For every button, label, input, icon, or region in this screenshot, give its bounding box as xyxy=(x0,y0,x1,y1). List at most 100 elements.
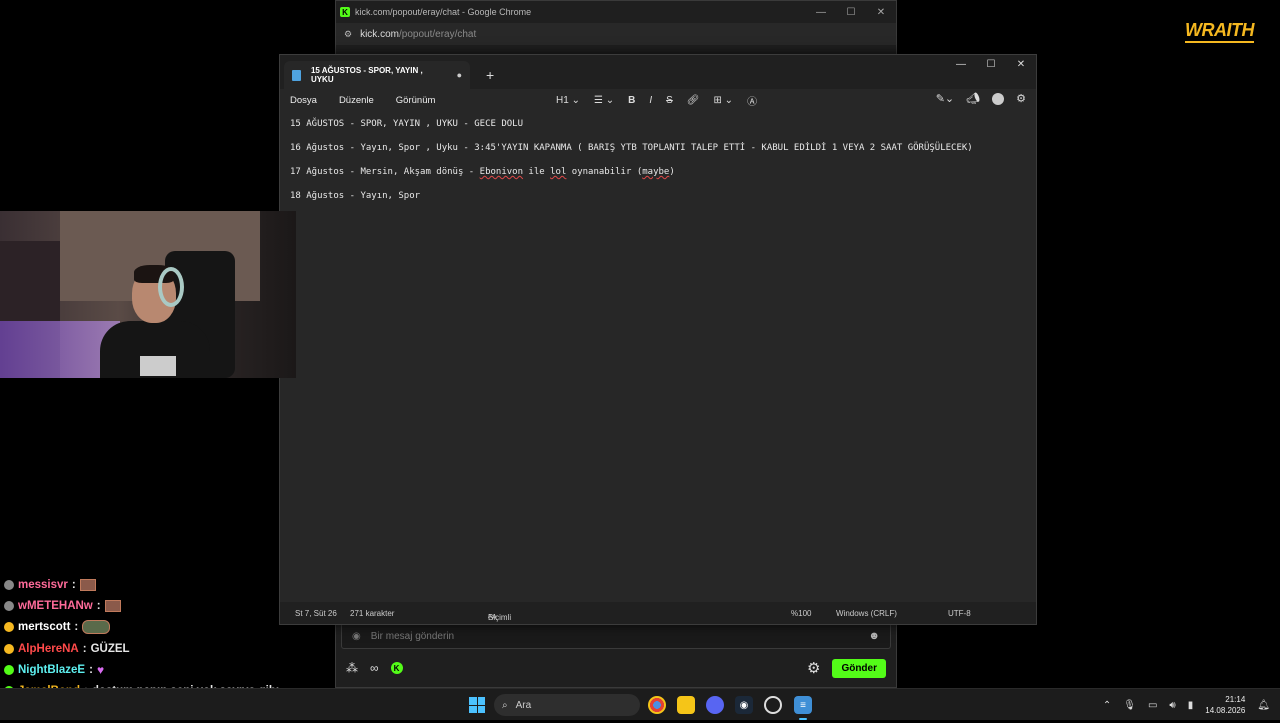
unsaved-dot-icon[interactable]: ● xyxy=(457,70,462,80)
notepad-menubar: Dosya Düzenle Görünüm H1 ⌄ ☰ ⌄ B I S 🔗︎ … xyxy=(280,89,1036,111)
notepad-tab[interactable]: 15 AĞUSTOS - SPOR, YAYIN , UYKU ● xyxy=(284,61,470,89)
avatar[interactable] xyxy=(992,92,1005,105)
new-tab-button[interactable]: + xyxy=(486,61,494,89)
infinity-icon[interactable]: ∞ xyxy=(370,661,379,675)
discord-icon[interactable] xyxy=(706,696,724,714)
user-badge-icon xyxy=(4,664,14,675)
chat-message: AlpHereNA: GÜZEL xyxy=(4,638,294,659)
network-icon[interactable]: ▭ xyxy=(1148,700,1157,711)
list-icon: ☰ xyxy=(593,95,603,106)
chat-username[interactable]: messisvr xyxy=(18,579,68,591)
bold-button[interactable]: B xyxy=(628,95,635,106)
clock-time: 21:14 xyxy=(1225,695,1246,704)
list-dropdown[interactable]: ☰ ⌄ xyxy=(594,95,614,106)
chat-username[interactable]: AlpHereNA xyxy=(18,643,79,655)
table-dropdown[interactable]: ⊞ ⌄ xyxy=(714,95,734,106)
notepad-tabbar: 15 AĞUSTOS - SPOR, YAYIN , UYKU ● + — ☐ … xyxy=(280,55,1036,89)
emoji-icon[interactable]: ☻ xyxy=(868,630,880,642)
send-button[interactable]: Gönder xyxy=(832,658,886,678)
chat-username[interactable]: mertscott xyxy=(18,621,70,633)
kick-badge-icon[interactable]: K xyxy=(390,662,403,674)
notepad-minimize-button[interactable]: — xyxy=(946,55,976,75)
chat-message-input[interactable]: ◉ Bir mesaj gönderin ☻ xyxy=(341,623,891,649)
taskbar: ⌕ Ara ◉ ≡ ⌃ 🎙︎ ▭ 🔊︎ ▮ 21:14 14.08.2026 🔔… xyxy=(0,688,1280,720)
chevron-down-icon: ⌄ xyxy=(571,95,580,106)
microphone-icon[interactable]: 🎙︎ xyxy=(1123,700,1136,711)
line-ending[interactable]: Windows (CRLF) xyxy=(836,609,897,618)
volume-icon[interactable]: 🔊︎ xyxy=(1169,700,1175,711)
heart-emote-icon: ♥ xyxy=(96,662,105,677)
menu-file[interactable]: Dosya xyxy=(290,95,317,106)
spelling-error[interactable]: lol xyxy=(550,167,566,177)
cursor-position: St 7, Süt 26 xyxy=(295,608,337,618)
spelling-error[interactable]: maybe xyxy=(642,167,669,177)
notepad-close-button[interactable]: ✕ xyxy=(1006,55,1036,75)
address-bar[interactable]: ⚙ kick.com/popout/eray/chat xyxy=(336,23,896,45)
editor-line: 15 AĞUSTOS - SPOR, YAYIN , UYKU - GECE D… xyxy=(290,119,523,129)
minimize-button[interactable]: — xyxy=(806,7,836,18)
emote-icon xyxy=(79,578,96,591)
url-host: kick.com xyxy=(360,28,399,40)
app-icon[interactable] xyxy=(764,696,782,714)
notepad-taskbar-icon[interactable]: ≡ xyxy=(794,696,812,720)
notepad-statusbar: St 7, Süt 26 271 karakter ᴬA Biçimli %10… xyxy=(280,602,1036,624)
chat-username[interactable]: NightBlazeE xyxy=(18,664,85,676)
user-badge-icon xyxy=(4,643,14,654)
file-explorer-icon[interactable] xyxy=(677,696,695,714)
char-count: 271 karakter xyxy=(350,608,395,618)
chat-message: wMETEHANw: xyxy=(4,595,294,616)
chrome-titlebar: K kick.com/popout/eray/chat - Google Chr… xyxy=(336,1,896,23)
link-icon[interactable]: 🔗︎ xyxy=(687,95,700,106)
heading-dropdown[interactable]: H1 ⌄ xyxy=(556,95,580,106)
close-button[interactable]: ✕ xyxy=(866,7,896,18)
clock[interactable]: 21:14 14.08.2026 xyxy=(1205,694,1245,716)
battery-icon[interactable]: ▮ xyxy=(1188,700,1194,711)
emote-icon xyxy=(82,620,111,635)
points-icon[interactable]: ⁂ xyxy=(346,661,358,675)
editor-text: oynanabilir ( xyxy=(566,167,643,177)
italic-button[interactable]: I xyxy=(649,95,652,106)
editor-line: 17 Ağustos - Mersin, Akşam dönüş - Eboni… xyxy=(290,167,1026,191)
user-badge-icon xyxy=(4,622,14,633)
chat-message: mertscott: xyxy=(4,617,294,638)
start-button[interactable] xyxy=(469,697,485,713)
chat-separator: : xyxy=(96,599,101,612)
chat-separator: : xyxy=(82,642,87,655)
format-label: Biçimli xyxy=(488,613,512,622)
chat-separator: : xyxy=(74,621,79,634)
notepad-editor[interactable]: 15 AĞUSTOS - SPOR, YAYIN , UYKU - GECE D… xyxy=(280,111,1036,601)
menu-view[interactable]: Görünüm xyxy=(396,95,436,106)
notepad-tab-title: 15 AĞUSTOS - SPOR, YAYIN , UYKU xyxy=(310,66,423,84)
settings-gear-icon[interactable]: ⚙ xyxy=(1016,92,1026,105)
chat-settings-gear-icon[interactable]: ⚙ xyxy=(807,659,820,677)
copilot-icon[interactable]: ✎⌄ xyxy=(936,92,954,105)
strikethrough-button[interactable]: S xyxy=(666,95,673,106)
zoom-level[interactable]: %100 xyxy=(791,609,811,618)
steam-icon[interactable]: ◉ xyxy=(735,696,753,714)
site-settings-icon[interactable]: ⚙ xyxy=(344,29,352,40)
chevron-up-icon[interactable]: ⌃ xyxy=(1103,700,1111,711)
chrome-taskbar-icon[interactable] xyxy=(648,696,666,714)
chat-message: NightBlazeE: ♥ xyxy=(4,659,294,680)
chevron-down-icon: ⌄ xyxy=(724,95,734,106)
chat-separator: : xyxy=(71,578,76,591)
chat-text: GÜZEL xyxy=(90,642,130,655)
editor-line: 18 Ağustos - Yayın, Spor xyxy=(290,191,421,201)
taskbar-search[interactable]: ⌕ Ara xyxy=(494,694,640,716)
chat-separator: : xyxy=(89,663,93,676)
notification-icon[interactable]: 🔔︎ xyxy=(1257,700,1270,711)
maximize-button[interactable]: ☐ xyxy=(836,7,866,18)
heading-label: H1 xyxy=(556,95,569,106)
encoding[interactable]: UTF-8 xyxy=(948,609,971,618)
notepad-maximize-button[interactable]: ☐ xyxy=(976,55,1006,75)
notepad-file-icon xyxy=(292,69,301,81)
chevron-down-icon: ⌄ xyxy=(605,95,615,106)
chat-username[interactable]: wMETEHANw xyxy=(18,600,93,612)
clear-format-icon[interactable]: Ⓐ xyxy=(747,93,757,108)
search-label: Ara xyxy=(515,699,532,711)
announcement-icon[interactable]: 📣︎ xyxy=(966,92,980,105)
menu-edit[interactable]: Düzenle xyxy=(339,95,374,106)
editor-text: ) xyxy=(669,167,675,177)
notepad-right-tools: ✎⌄ 📣︎ ⚙ xyxy=(936,92,1026,105)
spelling-error[interactable]: Ebonivon xyxy=(480,167,523,177)
